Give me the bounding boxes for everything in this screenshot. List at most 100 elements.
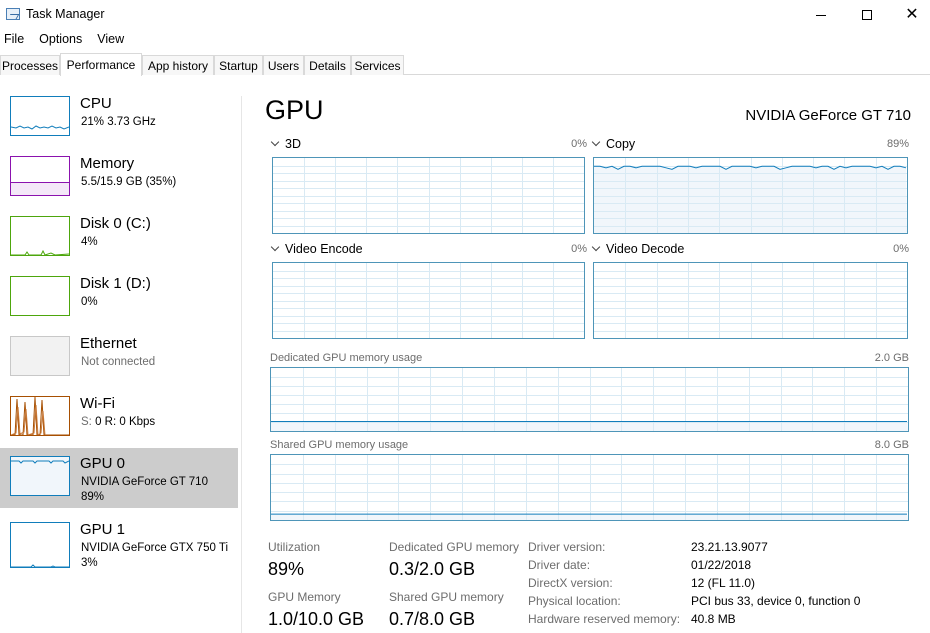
gpu0-usage: 89% [81, 491, 105, 503]
physical-location-value: PCI bus 33, device 0, function 0 [691, 594, 861, 608]
engine-label: 3D [285, 137, 301, 151]
engine-video-encode-percent: 0% [571, 243, 587, 255]
graph-canvas [273, 263, 584, 338]
shared-gpu-memory-value: 0.7/8.0 GB [389, 609, 476, 629]
directx-version-value: 12 (FL 11.0) [691, 576, 756, 590]
gpu1-model: NVIDIA GeForce GTX 750 Ti [81, 542, 228, 554]
graph-canvas [594, 263, 907, 338]
utilization-value: 89% [268, 559, 305, 579]
directx-version-label: DirectX version: [528, 576, 613, 590]
sidebar-item-memory[interactable]: Memory 5.5/15.9 GB (35%) [0, 148, 238, 208]
sidebar-subtitle: 5.5/15.9 GB (35%) [81, 176, 177, 188]
cpu-sparkline [11, 125, 69, 130]
close-button[interactable]: ✕ [889, 0, 930, 30]
usage-area [594, 166, 907, 233]
engine-copy-selector[interactable]: Copy [591, 137, 636, 151]
maximize-icon [862, 10, 872, 20]
cpu-thumbnail [10, 96, 70, 136]
disk0-thumbnail [10, 216, 70, 256]
sidebar-item-gpu0[interactable]: GPU 0 NVIDIA GeForce GT 710 89% [0, 448, 238, 508]
memory-thumbnail [10, 156, 70, 196]
dedicated-memory-graph [270, 367, 909, 432]
engine-copy-percent: 89% [886, 138, 909, 150]
task-manager-icon [6, 8, 20, 20]
gpu1-thumbnail [10, 522, 70, 568]
gpu1-usage: 3% [81, 557, 98, 569]
dedicated-gpu-memory-value: 0.3/2.0 GB [389, 559, 476, 579]
engine-video-decode-selector[interactable]: Video Decode [591, 242, 685, 256]
sidebar-title: Ethernet [80, 335, 137, 352]
engine-video-encode-selector[interactable]: Video Encode [270, 242, 363, 256]
engine-copy-graph [593, 157, 908, 234]
sidebar-item-wifi[interactable]: Wi-Fi S: 0 R: 0 Kbps [0, 388, 238, 448]
gpu-memory-label: GPU Memory [268, 590, 341, 604]
shared-memory-label: Shared GPU memory usage [270, 439, 409, 451]
graph-canvas [271, 368, 908, 431]
disk1-thumbnail [10, 276, 70, 316]
close-icon: ✕ [905, 6, 919, 23]
wifi-rates: 0 R: 0 Kbps [95, 416, 156, 428]
tab-services[interactable]: Services [351, 55, 404, 75]
dedicated-gpu-memory-label: Dedicated GPU memory [389, 540, 520, 554]
menu-view[interactable]: View [93, 30, 129, 50]
chevron-down-icon [270, 137, 280, 147]
graph-canvas [271, 455, 908, 520]
driver-date-value: 01/22/2018 [691, 558, 752, 572]
menu-bar: File Options View [0, 30, 135, 50]
panel-divider[interactable] [241, 96, 242, 633]
sidebar-subtitle: S: 0 R: 0 Kbps [81, 415, 155, 430]
sidebar-item-disk1[interactable]: Disk 1 (D:) 0% [0, 268, 238, 328]
driver-version-label: Driver version: [528, 540, 606, 554]
page-title: GPU [265, 95, 324, 125]
engine-video-decode-graph [593, 262, 908, 339]
dedicated-memory-label: Dedicated GPU memory usage [270, 352, 423, 364]
menu-file[interactable]: File [0, 30, 29, 50]
chevron-down-icon [270, 242, 280, 252]
title-bar: Task Manager ✕ [0, 0, 930, 30]
minimize-button[interactable] [798, 0, 844, 30]
driver-date-label: Driver date: [528, 558, 591, 572]
engine-3d-selector[interactable]: 3D [270, 137, 301, 151]
disk0-sparkline [11, 249, 69, 255]
sidebar-item-ethernet[interactable]: Ethernet Not connected [0, 328, 238, 388]
utilization-label: Utilization [268, 540, 321, 554]
tab-bar: Processes Performance App history Startu… [0, 53, 930, 76]
gpu0-thumbnail [10, 456, 70, 496]
window-title: Task Manager [26, 7, 105, 21]
sidebar-item-gpu1[interactable]: GPU 1 NVIDIA GeForce GTX 750 Ti 3% [0, 514, 238, 574]
gpu1-sparkline [11, 564, 69, 567]
engine-3d-graph [272, 157, 585, 234]
gpu0-model: NVIDIA GeForce GT 710 [81, 476, 208, 488]
wifi-sparkline [11, 397, 69, 435]
sidebar-item-cpu[interactable]: CPU 21% 3.73 GHz [0, 88, 238, 148]
wifi-thumbnail [10, 396, 70, 436]
engine-label: Video Encode [285, 242, 363, 256]
menu-options[interactable]: Options [35, 30, 87, 50]
engine-video-decode-percent: 0% [893, 243, 909, 255]
engine-label: Video Decode [606, 242, 685, 256]
minimize-icon [816, 14, 826, 16]
chevron-down-icon [591, 242, 601, 252]
sidebar-title: Disk 0 (C:) [80, 215, 151, 232]
physical-location-label: Physical location: [528, 594, 621, 608]
maximize-button[interactable] [844, 0, 890, 30]
sidebar-subtitle: NVIDIA GeForce GT 710 89% [81, 475, 208, 505]
tab-details[interactable]: Details [304, 55, 351, 75]
tab-app-history[interactable]: App history [142, 55, 214, 75]
gpu0-sparkline [11, 460, 69, 464]
engine-label: Copy [606, 137, 636, 151]
sidebar-subtitle: Not connected [81, 356, 156, 368]
sidebar-title: Wi-Fi [80, 395, 115, 412]
tab-performance[interactable]: Performance [60, 53, 142, 76]
tab-users[interactable]: Users [263, 55, 304, 75]
sidebar-subtitle: 0% [81, 296, 98, 308]
sidebar-item-disk0[interactable]: Disk 0 (C:) 4% [0, 208, 238, 268]
sidebar-subtitle: 4% [81, 236, 98, 248]
tab-startup[interactable]: Startup [214, 55, 263, 75]
dedicated-memory-max: 2.0 GB [874, 352, 909, 364]
gpu-model-name: NVIDIA GeForce GT 710 [745, 107, 911, 124]
shared-memory-graph [270, 454, 909, 521]
tab-processes[interactable]: Processes [0, 55, 60, 75]
graph-canvas [594, 158, 907, 233]
sidebar-title: Memory [80, 155, 135, 172]
